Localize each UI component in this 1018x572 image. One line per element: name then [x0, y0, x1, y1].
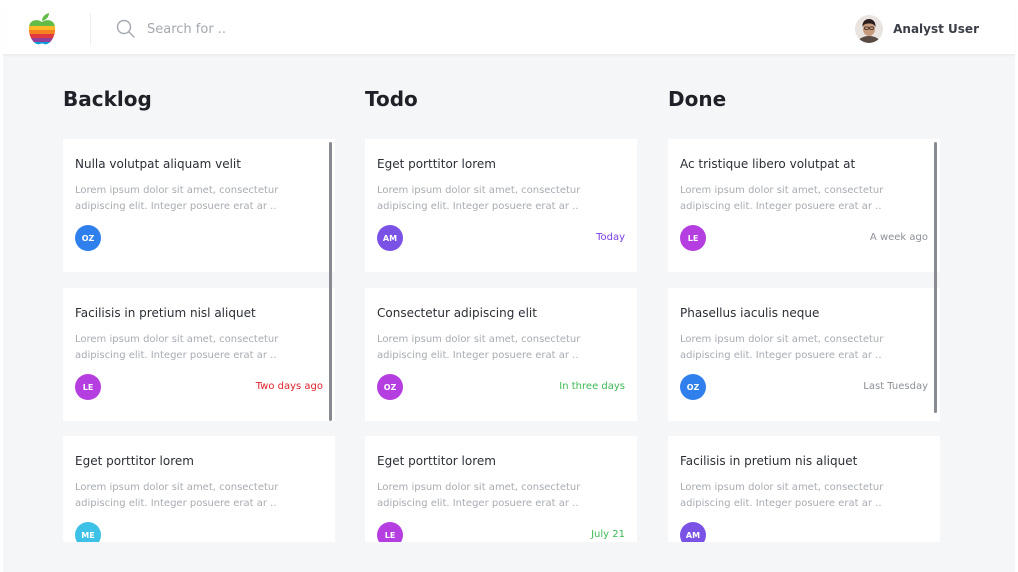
card-title: Eget porttitor lorem — [377, 157, 496, 171]
card-title: Facilisis in pretium nis aliquet — [680, 454, 858, 468]
due-date: Last Tuesday — [863, 381, 928, 392]
column-title: Done — [668, 87, 727, 111]
search-icon — [116, 19, 135, 38]
card-title: Ac tristique libero volutpat at — [680, 157, 856, 171]
card-description: Lorem ipsum dolor sit amet, consectetur … — [680, 334, 884, 361]
due-date: Two days ago — [255, 381, 323, 392]
column-scrollbar[interactable] — [329, 142, 332, 421]
task-card[interactable]: Eget porttitor lorem Lorem ipsum dolor s… — [365, 139, 637, 272]
apple-logo-icon[interactable] — [26, 12, 58, 46]
assignee-badge[interactable]: LE — [75, 374, 101, 400]
assignee-badge[interactable]: LE — [377, 522, 403, 542]
card-description: Lorem ipsum dolor sit amet, consectetur … — [377, 185, 581, 212]
card-description: Lorem ipsum dolor sit amet, consectetur … — [680, 185, 884, 212]
user-menu[interactable]: Analyst User — [855, 15, 979, 43]
due-date: Today — [596, 232, 625, 243]
column-title: Backlog — [63, 87, 152, 111]
assignee-badge[interactable]: AM — [377, 225, 403, 251]
card-title: Phasellus iaculis neque — [680, 306, 820, 320]
assignee-badge[interactable]: OZ — [75, 225, 101, 251]
assignee-badge[interactable]: OZ — [377, 374, 403, 400]
card-title: Eget porttitor lorem — [377, 454, 496, 468]
card-description: Lorem ipsum dolor sit amet, consectetur … — [75, 185, 279, 212]
top-bar: Analyst User — [3, 3, 1015, 55]
task-card[interactable]: Nulla volutpat aliquam velit Lorem ipsum… — [63, 139, 335, 272]
assignee-badge[interactable]: OZ — [680, 374, 706, 400]
assignee-badge[interactable]: AM — [680, 522, 706, 542]
card-description: Lorem ipsum dolor sit amet, consectetur … — [680, 482, 884, 509]
header-divider — [90, 13, 91, 45]
search-input[interactable] — [147, 18, 387, 40]
card-title: Facilisis in pretium nisl aliquet — [75, 306, 256, 320]
task-card[interactable]: Facilisis in pretium nisl aliquet Lorem … — [63, 288, 335, 421]
card-description: Lorem ipsum dolor sit amet, consectetur … — [377, 334, 581, 361]
assignee-badge[interactable]: LE — [680, 225, 706, 251]
card-title: Consectetur adipiscing elit — [377, 306, 537, 320]
task-card[interactable]: Facilisis in pretium nis aliquet Lorem i… — [668, 436, 940, 542]
column-title: Todo — [365, 87, 418, 111]
app-frame: Analyst User Backlog Nulla volutpat aliq… — [3, 3, 1015, 572]
user-name: Analyst User — [893, 22, 979, 36]
card-description: Lorem ipsum dolor sit amet, consectetur … — [377, 482, 581, 509]
user-avatar[interactable] — [855, 15, 884, 43]
card-title: Nulla volutpat aliquam velit — [75, 157, 241, 171]
task-card[interactable]: Ac tristique libero volutpat at Lorem ip… — [668, 139, 940, 272]
due-date: In three days — [559, 381, 625, 392]
due-date: A week ago — [869, 232, 928, 243]
card-description: Lorem ipsum dolor sit amet, consectetur … — [75, 482, 279, 509]
column-scrollbar[interactable] — [934, 142, 937, 413]
task-card[interactable]: Consectetur adipiscing elit Lorem ipsum … — [365, 288, 637, 421]
card-description: Lorem ipsum dolor sit amet, consectetur … — [75, 334, 279, 361]
task-card[interactable]: Eget porttitor lorem Lorem ipsum dolor s… — [365, 436, 637, 542]
card-title: Eget porttitor lorem — [75, 454, 194, 468]
task-card[interactable]: Eget porttitor lorem Lorem ipsum dolor s… — [63, 436, 335, 542]
due-date: July 21 — [591, 529, 625, 540]
assignee-badge[interactable]: ME — [75, 522, 101, 542]
task-card[interactable]: Phasellus iaculis neque Lorem ipsum dolo… — [668, 288, 940, 421]
